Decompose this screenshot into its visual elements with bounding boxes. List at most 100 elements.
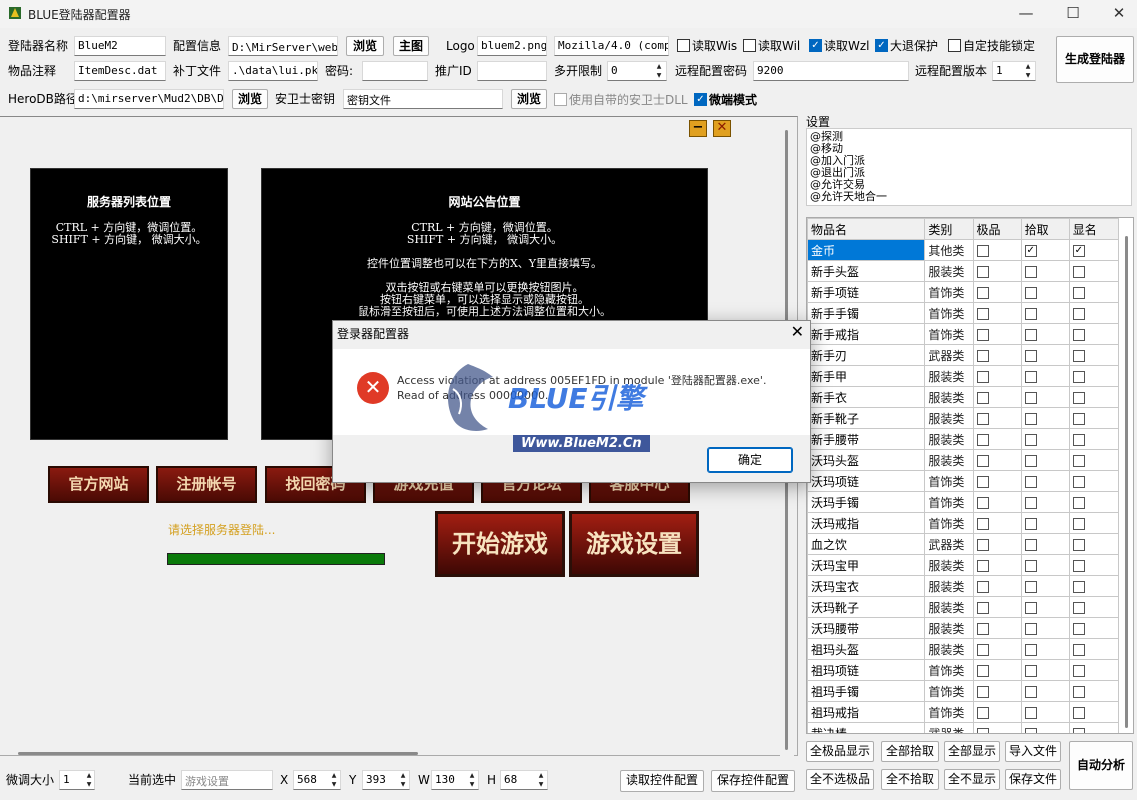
pickup-checkbox[interactable] <box>1024 349 1037 362</box>
item-name-cell[interactable]: 祖玛项链 <box>807 659 926 681</box>
item-name-cell[interactable]: 沃玛靴子 <box>807 596 926 618</box>
show-name-checkbox[interactable] <box>1072 391 1085 404</box>
pickup-checkbox[interactable] <box>1024 370 1037 383</box>
item-name-cell[interactable]: 祖玛戒指 <box>807 701 926 723</box>
canvas-horizontal-scroll-thumb[interactable] <box>18 752 418 755</box>
pickup-checkbox[interactable] <box>1024 328 1037 341</box>
item-name-cell[interactable]: 新手靴子 <box>807 407 926 429</box>
settings-item[interactable]: @允许天地合一 <box>810 191 1128 203</box>
pickup-checkbox[interactable] <box>1024 643 1037 656</box>
item-name-cell[interactable]: 血之饮 <box>807 533 926 555</box>
all-best-show-button[interactable]: 全极品显示 <box>806 741 874 762</box>
header-show-name[interactable]: 显名 <box>1068 218 1120 240</box>
best-checkbox[interactable] <box>976 412 989 425</box>
useragent-input[interactable]: Mozilla/4.0 (compa <box>554 36 669 56</box>
browse-herodb-button[interactable]: 浏览 <box>232 89 268 109</box>
header-category[interactable]: 类别 <box>924 218 974 240</box>
config-info-input[interactable]: D:\MirServer\web\登 <box>228 36 338 56</box>
game-settings-button[interactable]: 游戏设置 <box>569 511 699 577</box>
item-name-cell[interactable]: 新手头盔 <box>807 260 926 282</box>
h-spinner[interactable]: ▲ ▼ <box>535 771 547 789</box>
show-name-checkbox[interactable] <box>1072 307 1085 320</box>
best-checkbox[interactable] <box>976 391 989 404</box>
best-checkbox[interactable] <box>976 706 989 719</box>
password-input[interactable] <box>362 61 428 81</box>
item-name-cell[interactable]: 新手手镯 <box>807 302 926 324</box>
table-row[interactable]: 祖玛项链 首饰类 <box>807 659 1120 681</box>
server-list-placeholder[interactable]: 服务器列表位置 CTRL + 方向键，微调位置。 SHIFT + 方向键， 微调… <box>30 168 228 440</box>
save-file-button[interactable]: 保存文件 <box>1005 769 1061 790</box>
logo-input[interactable]: bluem2.png <box>477 36 547 56</box>
show-name-checkbox[interactable] <box>1072 496 1085 509</box>
canvas-minimize-icon[interactable]: − <box>689 120 707 137</box>
use-guard-dll-checkbox[interactable] <box>554 93 567 106</box>
guard-key-input[interactable]: 密钥文件 <box>343 89 503 109</box>
show-name-checkbox[interactable]: ✓ <box>1072 244 1085 257</box>
show-name-checkbox[interactable] <box>1072 286 1085 299</box>
canvas-close-icon[interactable]: ✕ <box>713 120 731 137</box>
settings-item[interactable]: @探测 <box>810 131 1128 143</box>
table-row[interactable]: 金币 其他类 ✓ ✓ <box>807 239 1120 261</box>
table-row[interactable]: 沃玛宝衣 服装类 <box>807 575 1120 597</box>
show-name-checkbox[interactable] <box>1072 580 1085 593</box>
table-row[interactable]: 新手戒指 首饰类 <box>807 323 1120 345</box>
table-row[interactable]: 新手衣 服装类 <box>807 386 1120 408</box>
auto-analyze-button[interactable]: 自动分析 <box>1069 741 1133 790</box>
best-checkbox[interactable] <box>976 328 989 341</box>
read-wzl-checkbox[interactable]: ✓ <box>809 39 822 52</box>
none-best-button[interactable]: 全不选极品 <box>806 769 874 790</box>
pickup-checkbox[interactable] <box>1024 286 1037 299</box>
table-row[interactable]: 沃玛戒指 首饰类 <box>807 512 1120 534</box>
current-selection-input[interactable]: 游戏设置 <box>181 770 273 790</box>
table-row[interactable]: 新手甲 服装类 <box>807 365 1120 387</box>
show-name-checkbox[interactable] <box>1072 475 1085 488</box>
show-name-checkbox[interactable] <box>1072 727 1085 733</box>
show-name-checkbox[interactable] <box>1072 370 1085 383</box>
item-name-cell[interactable]: 沃玛宝衣 <box>807 575 926 597</box>
item-name-cell[interactable]: 新手甲 <box>807 365 926 387</box>
table-row[interactable]: 新手头盔 服装类 <box>807 260 1120 282</box>
best-checkbox[interactable] <box>976 286 989 299</box>
item-name-cell[interactable]: 新手项链 <box>807 281 926 303</box>
item-name-cell[interactable]: 祖玛头盔 <box>807 638 926 660</box>
generate-launcher-button[interactable]: 生成登陆器 <box>1056 36 1134 83</box>
item-name-cell[interactable]: 新手戒指 <box>807 323 926 345</box>
browse-config-button[interactable]: 浏览 <box>346 36 384 56</box>
item-name-cell[interactable]: 新手刃 <box>807 344 926 366</box>
pickup-checkbox[interactable] <box>1024 454 1037 467</box>
show-name-checkbox[interactable] <box>1072 685 1085 698</box>
pickup-checkbox[interactable] <box>1024 559 1037 572</box>
show-name-checkbox[interactable] <box>1072 349 1085 362</box>
best-checkbox[interactable] <box>976 496 989 509</box>
patch-file-input[interactable]: .\data\lui.pkg <box>228 61 318 81</box>
best-checkbox[interactable] <box>976 601 989 614</box>
read-control-config-button[interactable]: 读取控件配置 <box>620 770 704 792</box>
table-row[interactable]: 沃玛宝甲 服装类 <box>807 554 1120 576</box>
best-checkbox[interactable] <box>976 307 989 320</box>
show-name-checkbox[interactable] <box>1072 412 1085 425</box>
table-row[interactable]: 新手腰带 服装类 <box>807 428 1120 450</box>
pickup-checkbox[interactable] <box>1024 580 1037 593</box>
table-row[interactable]: 新手手镯 首饰类 <box>807 302 1120 324</box>
start-game-button[interactable]: 开始游戏 <box>435 511 565 577</box>
close-button[interactable]: ✕ <box>1096 0 1137 28</box>
pickup-checkbox[interactable] <box>1024 706 1037 719</box>
item-name-cell[interactable]: 金币 <box>807 239 926 261</box>
maximize-button[interactable]: ☐ <box>1050 0 1096 28</box>
save-control-config-button[interactable]: 保存控件配置 <box>711 770 795 792</box>
none-pickup-button[interactable]: 全不拾取 <box>881 769 939 790</box>
header-item-name[interactable]: 物品名 <box>807 218 926 240</box>
show-name-checkbox[interactable] <box>1072 559 1085 572</box>
show-name-checkbox[interactable] <box>1072 664 1085 677</box>
pickup-checkbox[interactable]: ✓ <box>1024 244 1037 257</box>
settings-list[interactable]: @探测 @移动 @加入门派 @退出门派 @允许交易 @允许天地合一 <box>806 128 1132 206</box>
best-checkbox[interactable] <box>976 727 989 733</box>
w-spinner[interactable]: ▲ ▼ <box>466 771 478 789</box>
pickup-checkbox[interactable] <box>1024 601 1037 614</box>
herodb-input[interactable]: d:\mirserver\Mud2\DB\Dat <box>74 89 224 109</box>
pickup-checkbox[interactable] <box>1024 538 1037 551</box>
table-row[interactable]: 新手项链 首饰类 <box>807 281 1120 303</box>
minimize-button[interactable]: — <box>1003 0 1049 28</box>
grid-scroll-thumb[interactable] <box>1125 236 1128 728</box>
pickup-checkbox[interactable] <box>1024 496 1037 509</box>
